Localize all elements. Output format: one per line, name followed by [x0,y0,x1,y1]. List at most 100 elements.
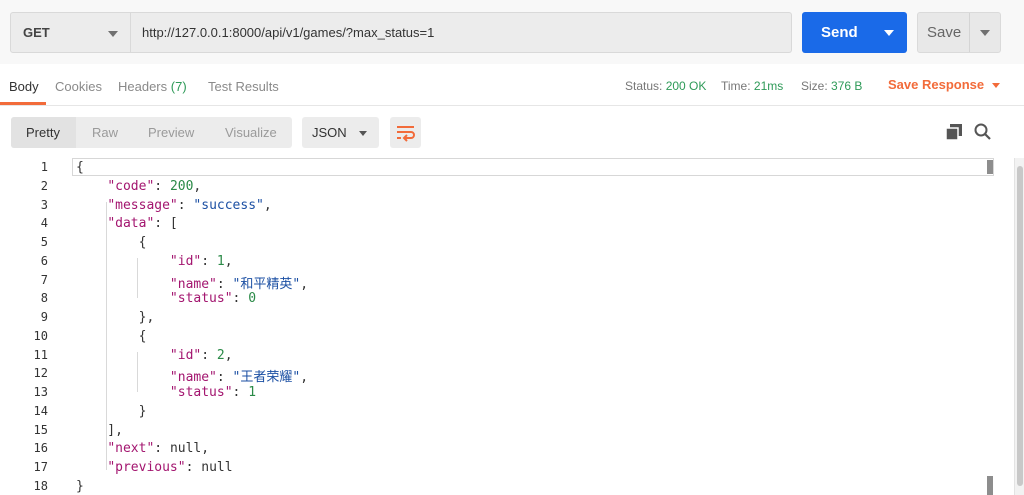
code-token: : [232,385,249,400]
tab-headers[interactable]: Headers (7) [118,79,187,94]
status-readout: Status: 200 OK [625,79,706,93]
view-raw-button[interactable]: Raw [92,125,118,140]
code-line: "status": 1 [76,385,256,400]
save-options-chevron-icon[interactable] [980,30,990,36]
code-token: 0 [248,291,257,307]
send-button-label: Send [821,24,858,41]
view-preview-button[interactable]: Preview [148,125,194,140]
time-label: Time: [721,79,751,93]
response-body-editor[interactable]: 1 2 3 4 5 6 7 8 9 10 11 12 13 14 15 16 17 18 { "code": 20… [0,158,1010,495]
tab-cookies[interactable]: Cookies [55,79,102,94]
request-bar: GET http://127.0.0.1:8000/api/v1/games/?… [0,0,1024,64]
line-number: 4 [40,216,48,231]
code-line: }, [76,310,155,325]
line-number: 10 [33,328,48,343]
code-token: "id" [169,253,202,269]
indent-guide [137,352,138,392]
code-line: "status": 0 [76,291,256,306]
time-value: 21ms [753,79,784,93]
code-token: : [154,441,170,457]
code-line: } [76,479,84,494]
code-token: "previous" [107,460,186,475]
code-token: 200 [169,178,194,194]
code-token: "id" [169,347,202,363]
line-number: 11 [33,347,48,362]
code-token: 1 [216,253,225,269]
code-token: , [224,347,233,363]
tab-body[interactable]: Body [9,79,39,94]
indent-guide [106,202,107,470]
line-number: 5 [40,235,48,249]
view-pretty-button[interactable]: Pretty [26,125,60,140]
editor-scrollbar-bottom[interactable] [987,476,993,495]
code-token: : [154,178,170,194]
tab-test-results[interactable]: Test Results [208,79,279,94]
code-line: "id": 2, [76,348,233,363]
code-line: ], [76,423,123,438]
code-token: "name" [169,276,217,292]
line-number: 3 [40,197,48,212]
active-tab-underline [0,102,46,105]
wrap-lines-button[interactable] [390,117,421,148]
save-button-label: Save [927,24,962,41]
code-token: } [76,403,147,419]
save-button[interactable]: Save [917,12,1001,53]
code-token: , [193,178,202,194]
code-token: }, [76,310,155,325]
code-token: , [201,441,210,457]
line-number: 17 [33,460,48,474]
code-token: : [ [154,216,178,232]
status-value: 200 OK [665,79,707,93]
chevron-down-icon [359,131,367,136]
line-number: 13 [33,385,48,399]
view-visualize-button[interactable]: Visualize [225,125,277,140]
editor-scrollbar-top[interactable] [987,160,993,174]
code-token: , [300,276,309,292]
copy-icon[interactable] [946,124,962,140]
code-token: } [76,478,84,494]
line-number: 2 [40,178,48,193]
size-label: Size: [801,79,828,93]
url-input[interactable]: http://127.0.0.1:8000/api/v1/games/?max_… [131,12,792,53]
code-token: : [201,253,217,269]
code-token: { [76,160,84,175]
code-token: , [263,197,272,213]
chevron-down-icon [108,31,118,37]
code-token: "code" [107,178,155,194]
code-line: "name": "王者荣耀", [76,366,308,385]
code-token: 1 [248,385,257,400]
save-response-button[interactable]: Save Response [888,77,1001,92]
response-tabs: Body Cookies Headers (7) Test Results St… [0,64,1024,106]
format-select[interactable]: JSON [302,117,379,148]
search-icon[interactable] [974,123,991,140]
save-response-label: Save Response [888,77,985,92]
code-token: : [232,291,249,307]
code-token: "next" [107,441,155,457]
page-scrollbar-thumb[interactable] [1017,166,1023,486]
send-button[interactable]: Send [802,12,907,53]
method-select[interactable]: GET [10,12,131,53]
line-number: 1 [40,160,48,174]
code-line: "previous": null [76,460,232,475]
code-token: , [224,253,233,269]
line-number: 15 [33,422,48,437]
code-line: { [76,160,84,175]
code-token: "status" [169,385,233,400]
line-number: 12 [33,366,48,381]
size-value: 376 B [831,79,863,93]
code-token: ], [76,422,123,438]
page-scrollbar[interactable] [1014,158,1024,495]
send-options-chevron-icon[interactable] [884,30,894,36]
code-token: { [76,328,147,344]
size-readout: Size: 376 B [801,79,862,93]
